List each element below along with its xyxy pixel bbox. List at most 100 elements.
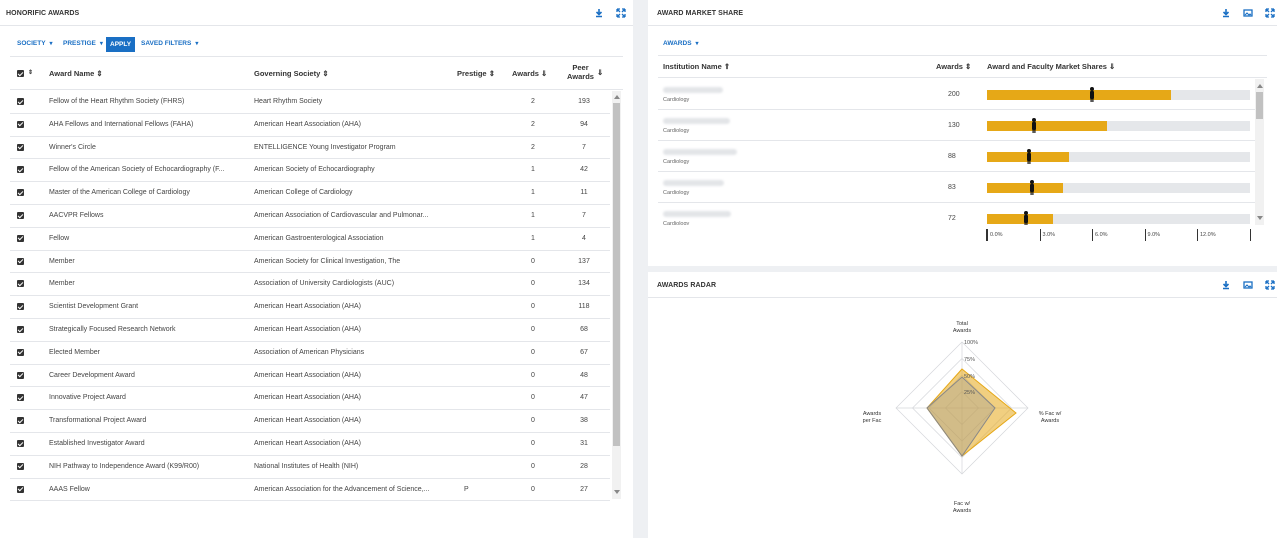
awards-header[interactable]: Awards ⇓	[512, 69, 547, 78]
row-checkbox[interactable]	[17, 212, 24, 219]
governing-society-cell: American Heart Association (AHA)	[254, 326, 361, 333]
row-checkbox[interactable]	[17, 440, 24, 447]
award-name-cell: Member	[49, 280, 75, 288]
table-row[interactable]: Strategically Focused Research Network Am…	[10, 319, 610, 342]
table-row[interactable]: Fellow of the Heart Rhythm Society (FHRS…	[10, 91, 610, 114]
institution-name-redacted	[663, 211, 731, 217]
peer-awards-cell: 137	[578, 257, 590, 265]
sort-desc-icon[interactable]: ⇓	[597, 68, 603, 77]
table-row[interactable]: Member American Society for Clinical Inve…	[10, 251, 610, 274]
institution-row[interactable]: Cardiology 83	[658, 172, 1258, 203]
peer-awards-cell: 31	[580, 440, 588, 447]
governing-society-cell: American Heart Association (AHA)	[254, 120, 361, 128]
awards-cell: 0	[531, 280, 535, 288]
expand-icon[interactable]	[616, 8, 626, 18]
row-checkbox[interactable]	[17, 394, 24, 402]
table-row[interactable]: Winner's Circle ENTELLIGENCE Young Invest…	[10, 137, 610, 160]
award-market-share-panel: AWARD MARKET SHARE AWARDS ▾ Institution N…	[648, 0, 1277, 266]
radar-label-total-awards-1: Total	[956, 321, 968, 327]
prestige-filter[interactable]: PRESTIGE ▾	[63, 40, 103, 47]
row-checkbox[interactable]	[17, 120, 24, 128]
table-row[interactable]: Elected Member Association of American Ph…	[10, 342, 610, 365]
expand-icon[interactable]	[1265, 280, 1275, 290]
governing-society-cell: American Society for Clinical Investigat…	[254, 257, 401, 265]
table-row[interactable]: Transformational Project Award American H…	[10, 410, 610, 433]
row-checkbox[interactable]	[17, 280, 24, 288]
table-row[interactable]: Scientist Development Grant American Hear…	[10, 296, 610, 319]
awards-radar-panel: AWARDS RADAR 100% 75% 50% 25% Total Awar…	[648, 272, 1277, 538]
table-row[interactable]: Career Development Award American Heart A…	[10, 365, 610, 388]
governing-society-cell: American Gastroenterological Association	[254, 234, 384, 242]
department-label: Cardiology	[663, 128, 690, 134]
governing-society-cell: National Institutes of Health (NIH)	[254, 462, 359, 470]
select-all-checkbox[interactable]	[17, 70, 24, 77]
governing-society-cell: American Society of Echocardiography	[254, 166, 375, 174]
institution-row[interactable]: Cardiology 200	[658, 79, 1258, 110]
row-checkbox[interactable]	[17, 462, 24, 470]
table-row[interactable]: AHA Fellows and International Fellows (F…	[10, 114, 610, 137]
row-checkbox[interactable]	[17, 189, 24, 197]
market-share-bar	[987, 211, 1250, 225]
department-label: Cardiology	[663, 221, 690, 225]
honorific-awards-panel: HONORIFIC AWARDS SOCIETY ▾ PRESTIGE ▾ APPL…	[0, 0, 633, 538]
apply-button[interactable]: APPLY	[106, 37, 136, 52]
governing-society-cell: American Heart Association (AHA)	[254, 440, 361, 447]
award-name-header[interactable]: Award Name ⇕	[49, 69, 103, 78]
table-row[interactable]: Innovative Project Award American Heart A…	[10, 387, 610, 411]
peer-awards-cell: 118	[578, 303, 590, 311]
radar-label-fac-w-1: Fac w/	[954, 501, 971, 507]
award-name-cell: Winner's Circle	[49, 143, 96, 151]
awards-scrollbar-thumb[interactable]	[613, 103, 620, 446]
download-icon[interactable]	[1221, 280, 1231, 290]
table-row[interactable]: Fellow of the American Society of Echoca…	[10, 159, 610, 183]
table-row[interactable]: AACVPR Fellows American Association of Ca…	[10, 205, 610, 228]
row-checkbox[interactable]	[17, 371, 24, 379]
table-row[interactable]: NIH Pathway to Independence Award (K99/R…	[10, 456, 610, 479]
institution-row[interactable]: Cardiology 130	[658, 110, 1258, 141]
row-checkbox[interactable]	[17, 485, 24, 493]
image-icon[interactable]	[1243, 280, 1253, 290]
peer-awards-cell: 27	[580, 485, 588, 493]
table-row[interactable]: AAAS Fellow American Association for the …	[10, 479, 610, 502]
governing-society-cell: American Heart Association (AHA)	[254, 394, 361, 402]
awards-count: 130	[948, 122, 960, 129]
row-checkbox[interactable]	[17, 417, 24, 425]
table-row[interactable]: Master of the American College of Cardio…	[10, 182, 610, 205]
society-filter[interactable]: SOCIETY ▾	[17, 40, 53, 47]
institution-row[interactable]: Cardiology 72	[658, 203, 1258, 225]
prestige-header[interactable]: Prestige ⇕	[457, 69, 495, 78]
row-checkbox[interactable]	[17, 348, 24, 356]
awards-header[interactable]: Awards ⇕	[936, 62, 971, 71]
peer-awards-header[interactable]: Peer Awards	[567, 63, 594, 81]
governing-society-header[interactable]: Governing Society ⇕	[254, 69, 329, 78]
download-icon[interactable]	[1221, 8, 1231, 18]
award-share-fill	[987, 90, 1171, 100]
saved-filters-dropdown[interactable]: SAVED FILTERS ▾	[141, 40, 198, 47]
awards-cell: 0	[531, 394, 535, 402]
row-checkbox[interactable]	[17, 98, 24, 105]
institution-name-redacted	[663, 180, 724, 186]
sort-icon[interactable]: ⇕	[28, 69, 33, 76]
peer-awards-cell: 68	[580, 326, 588, 333]
table-row[interactable]: Established Investigator Award American H…	[10, 433, 610, 456]
awards-count: 88	[948, 153, 956, 160]
row-checkbox[interactable]	[17, 166, 24, 174]
row-checkbox[interactable]	[17, 143, 24, 151]
institution-row[interactable]: Cardiology 88	[658, 141, 1258, 172]
institution-name-header[interactable]: Institution Name ⇑	[663, 62, 730, 71]
table-row[interactable]: Fellow American Gastroenterological Assoc…	[10, 228, 610, 251]
market-shares-header[interactable]: Award and Faculty Market Shares ⇓	[987, 62, 1115, 71]
row-checkbox[interactable]	[17, 257, 24, 265]
table-row[interactable]: Member Association of University Cardiolo…	[10, 273, 610, 297]
download-icon[interactable]	[594, 8, 604, 18]
governing-society-cell: American Heart Association (AHA)	[254, 303, 361, 311]
market-scrollbar-thumb[interactable]	[1256, 92, 1263, 119]
awards-filter[interactable]: AWARDS ▾	[663, 40, 699, 47]
image-icon[interactable]	[1243, 8, 1253, 18]
expand-icon[interactable]	[1265, 8, 1275, 18]
prestige-cell: P	[464, 485, 469, 493]
row-checkbox[interactable]	[17, 234, 24, 242]
awards-cell: 1	[531, 234, 535, 242]
row-checkbox[interactable]	[17, 303, 24, 311]
row-checkbox[interactable]	[17, 326, 24, 333]
